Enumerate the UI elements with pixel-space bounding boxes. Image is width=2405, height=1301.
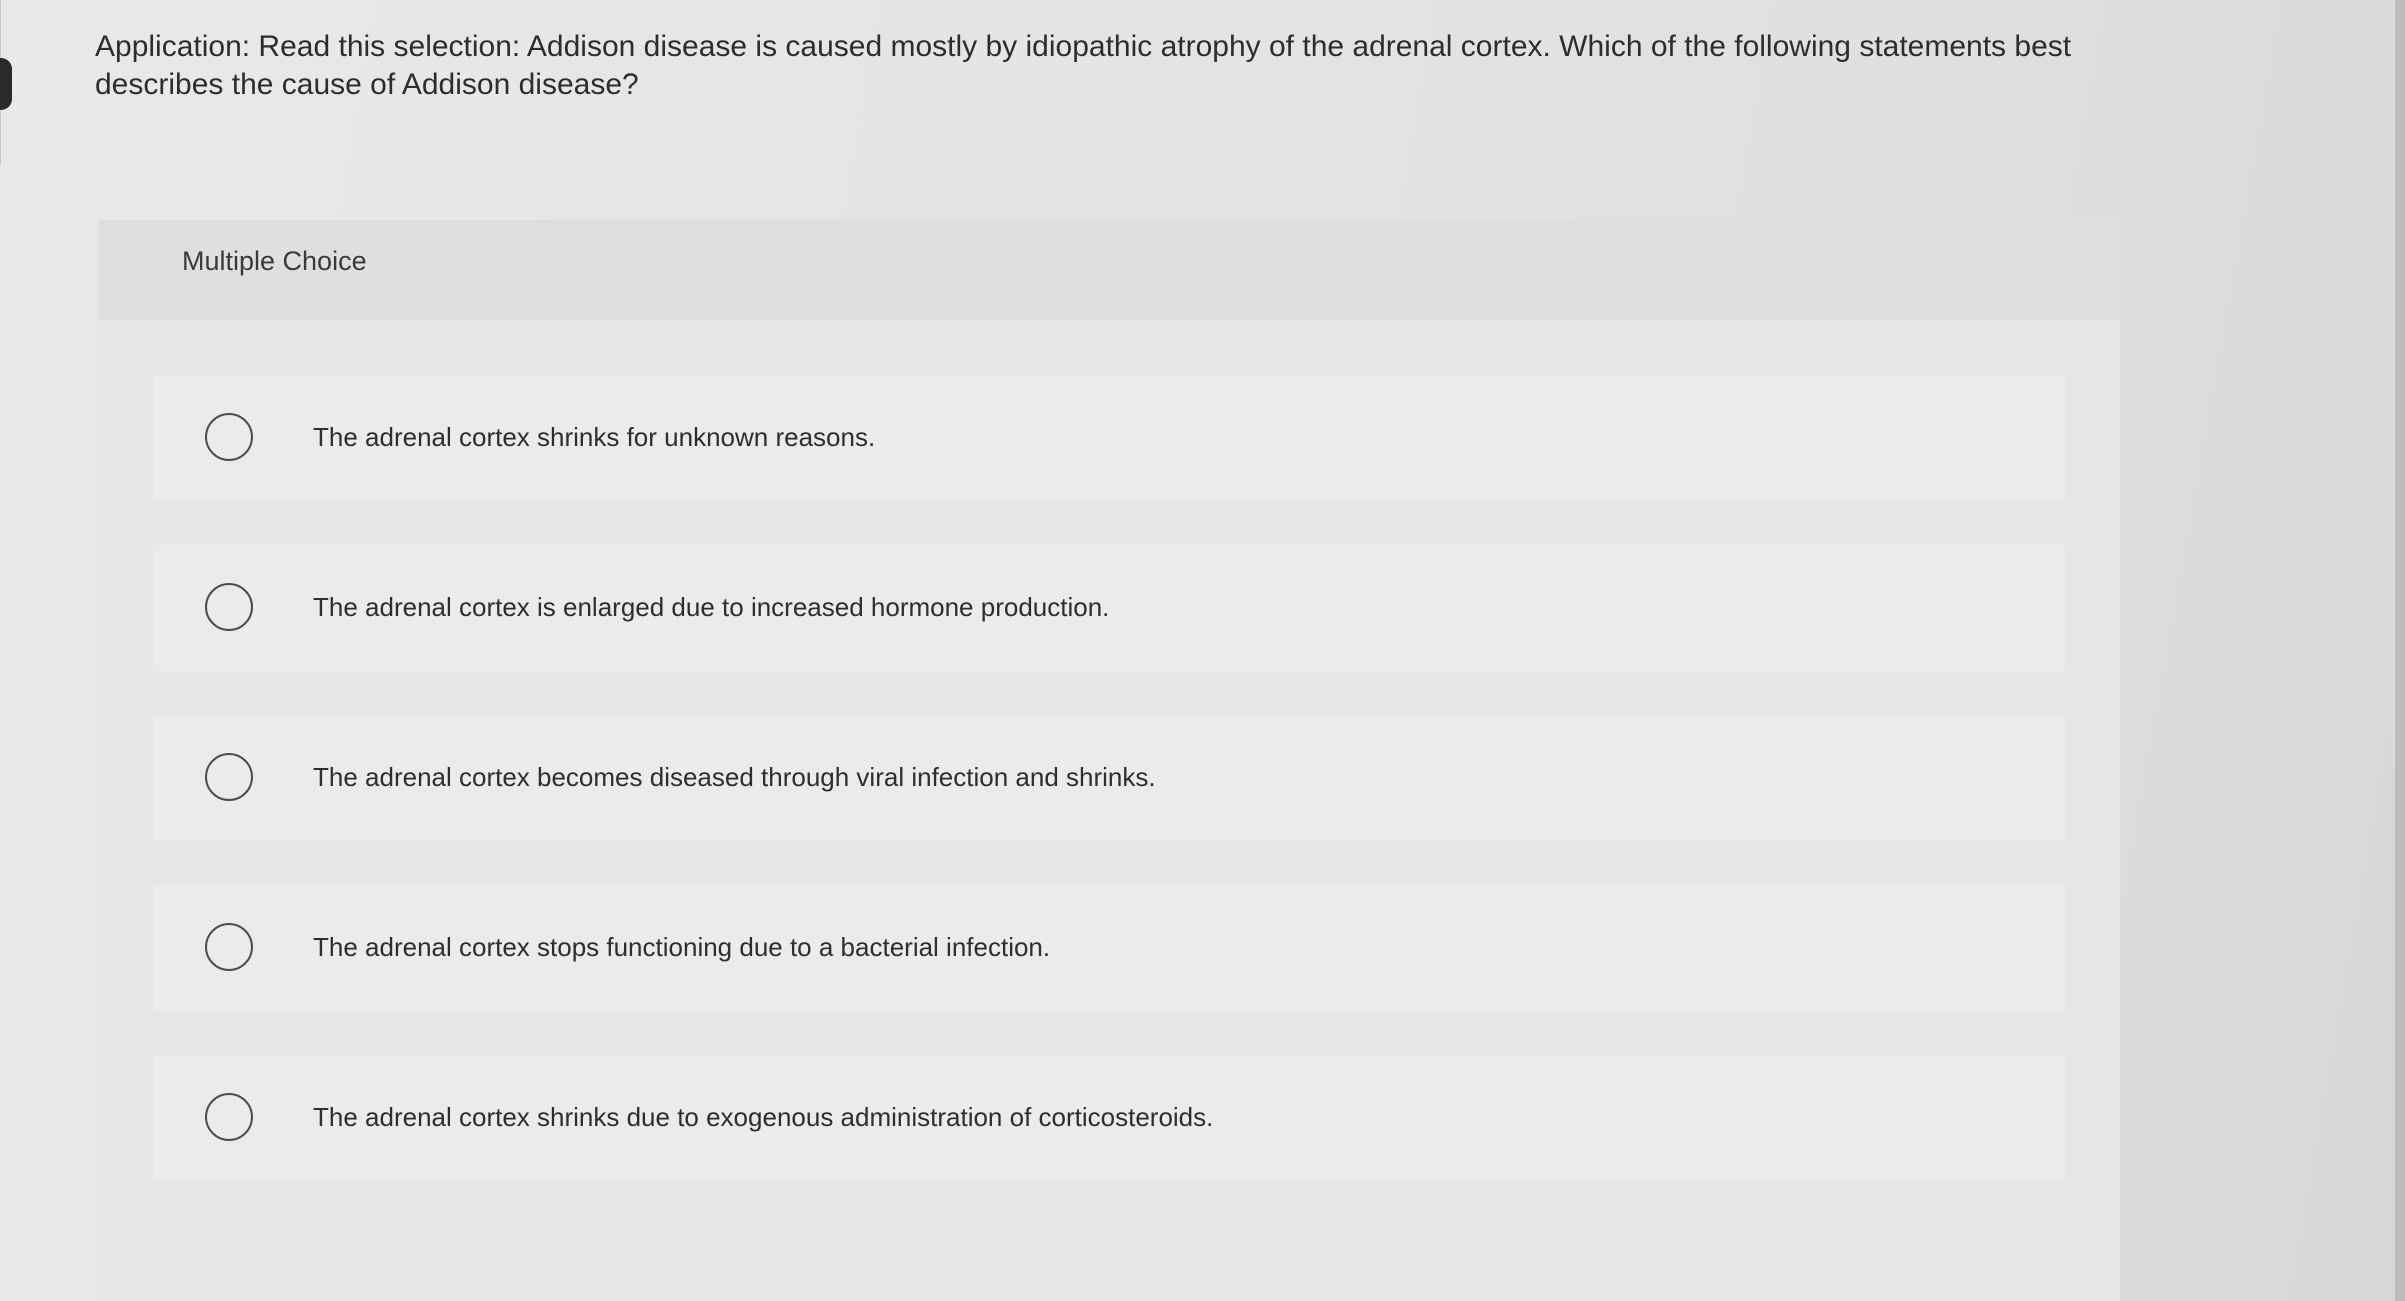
radio-unchecked-icon[interactable] [205,583,253,631]
side-tab-handle[interactable] [0,58,12,110]
choice-list: The adrenal cortex shrinks for unknown r… [153,375,2065,1225]
multiple-choice-header: Multiple Choice [98,220,2120,320]
question-text: Application: Read this selection: Addiso… [95,30,2072,101]
choice-label: The adrenal cortex stops functioning due… [313,932,1051,962]
multiple-choice-title: Multiple Choice [182,246,367,276]
screen-edge [2395,0,2405,1301]
choice-option-3[interactable]: The adrenal cortex becomes diseased thro… [153,715,2065,841]
choice-option-2[interactable]: The adrenal cortex is enlarged due to in… [153,545,2065,671]
choice-label: The adrenal cortex becomes diseased thro… [313,762,1156,792]
multiple-choice-panel: Multiple Choice The adrenal cortex shrin… [98,220,2120,1301]
choice-option-1[interactable]: The adrenal cortex shrinks for unknown r… [153,375,2065,501]
choice-option-5[interactable]: The adrenal cortex shrinks due to exogen… [153,1055,2065,1181]
radio-unchecked-icon[interactable] [205,413,253,461]
choice-option-4[interactable]: The adrenal cortex stops functioning due… [153,885,2065,1011]
radio-unchecked-icon[interactable] [205,753,253,801]
radio-unchecked-icon[interactable] [205,923,253,971]
choice-label: The adrenal cortex shrinks for unknown r… [313,422,876,452]
choice-label: The adrenal cortex is enlarged due to in… [313,592,1110,622]
radio-unchecked-icon[interactable] [205,1093,253,1141]
choice-label: The adrenal cortex shrinks due to exogen… [313,1102,1214,1132]
